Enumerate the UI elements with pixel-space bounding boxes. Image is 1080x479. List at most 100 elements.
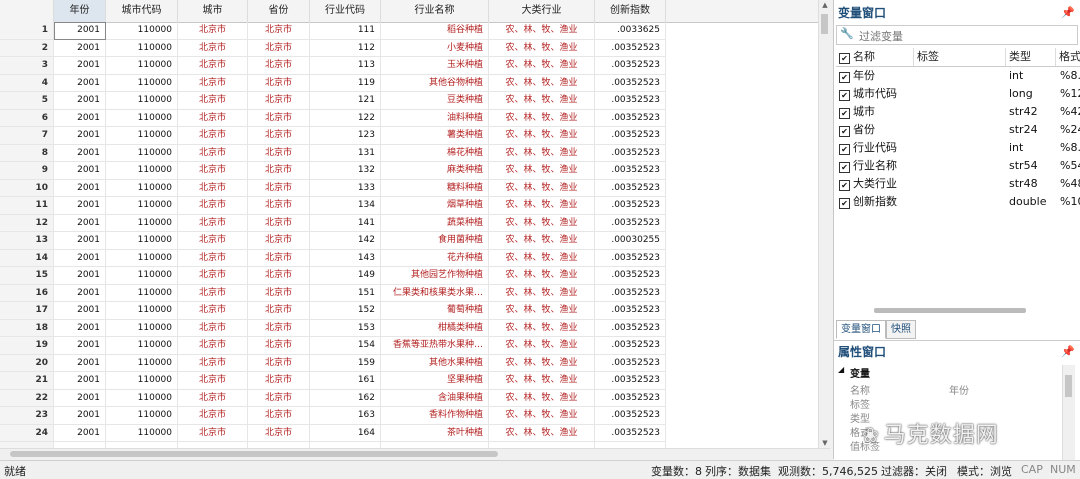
cell-year[interactable]: 2001 — [54, 22, 106, 40]
cell-year[interactable]: 2001 — [54, 39, 106, 57]
cell-industry-name[interactable]: 食用菌种植 — [381, 232, 489, 250]
cell-city[interactable]: 北京市 — [178, 57, 248, 75]
cell-city[interactable]: 北京市 — [178, 162, 248, 180]
cell-city-code[interactable]: 110000 — [106, 127, 178, 145]
cell-innovation-index[interactable]: .00352523 — [595, 372, 666, 390]
row-number[interactable]: 21 — [0, 372, 54, 390]
cell-major-industry[interactable]: 农、林、牧、渔业 — [489, 197, 595, 215]
scroll-up-icon[interactable]: ▲ — [819, 0, 831, 10]
cell-major-industry[interactable]: 农、林、牧、渔业 — [489, 57, 595, 75]
cell-province[interactable]: 北京市 — [248, 39, 310, 57]
variable-name[interactable]: ✔ 行业名称 — [839, 157, 914, 175]
table-row[interactable]: 2 2001 110000 北京市 北京市 112 小麦种植 农、林、牧、渔业 .0035252… — [0, 39, 818, 57]
properties-scroll-thumb[interactable] — [1065, 375, 1072, 397]
cell-major-industry[interactable]: 农、林、牧、渔业 — [489, 109, 595, 127]
variable-row[interactable]: ✔行业名称 str54 %54 — [836, 157, 1080, 175]
table-row[interactable]: 14 2001 110000 北京市 北京市 143 花卉种植 农、林、牧、渔业 .003525… — [0, 249, 818, 267]
cell-industry-name[interactable]: 稻谷种植 — [381, 22, 489, 40]
data-grid[interactable]: 年份 城市代码 城市 省份 行业代码 行业名称 大类行业 创新指数 1 2001 110000 北京… — [0, 0, 819, 448]
row-number[interactable]: 19 — [0, 337, 54, 355]
cell-province[interactable]: 北京市 — [248, 389, 310, 407]
cell-city-code[interactable]: 110000 — [106, 407, 178, 425]
cell-year[interactable]: 2001 — [54, 319, 106, 337]
table-row[interactable]: 20 2001 110000 北京市 北京市 159 其他水果种植 农、林、牧、渔业 .0035… — [0, 354, 818, 372]
header-col-city-code[interactable]: 城市代码 — [106, 0, 178, 22]
cell-city[interactable]: 北京市 — [178, 92, 248, 110]
cell-major-industry[interactable]: 农、林、牧、渔业 — [489, 74, 595, 92]
row-number[interactable]: 15 — [0, 267, 54, 285]
table-row[interactable]: 24 2001 110000 北京市 北京市 164 茶叶种植 农、林、牧、渔业 .003525… — [0, 424, 818, 442]
row-number[interactable]: 2 — [0, 39, 54, 57]
cell-major-industry[interactable]: 农、林、牧、渔业 — [489, 162, 595, 180]
row-number[interactable]: 14 — [0, 249, 54, 267]
cell-industry-name[interactable]: 香料作物种植 — [381, 407, 489, 425]
cell-industry-code[interactable]: 111 — [310, 22, 381, 40]
variable-row[interactable]: ✔行业代码 int %8.0 — [836, 139, 1080, 157]
header-col-year[interactable]: 年份 — [54, 0, 106, 22]
variable-name[interactable]: ✔ 年份 — [839, 67, 914, 85]
cell-industry-code[interactable]: 161 — [310, 372, 381, 390]
cell-city[interactable]: 北京市 — [178, 372, 248, 390]
variable-row[interactable]: ✔城市 str42 %42 — [836, 103, 1080, 121]
header-label[interactable]: 标签 — [914, 48, 1006, 66]
cell-province[interactable]: 北京市 — [248, 354, 310, 372]
cell-innovation-index[interactable]: .00352523 — [595, 144, 666, 162]
cell-industry-code[interactable]: 122 — [310, 109, 381, 127]
cell-industry-name[interactable]: 香蕉等亚热带水果种… — [381, 337, 489, 355]
cell-province[interactable]: 北京市 — [248, 267, 310, 285]
cell-major-industry[interactable]: 农、林、牧、渔业 — [489, 407, 595, 425]
cell-year[interactable]: 2001 — [54, 337, 106, 355]
cell-city-code[interactable]: 110000 — [106, 197, 178, 215]
table-row[interactable]: 16 2001 110000 北京市 北京市 151 仁果类和核果类水果… 农、林、牧、渔业.… — [0, 284, 818, 302]
cell-year[interactable]: 2001 — [54, 267, 106, 285]
cell-innovation-index[interactable]: .00352523 — [595, 214, 666, 232]
cell-city[interactable]: 北京市 — [178, 197, 248, 215]
cell-province[interactable]: 北京市 — [248, 319, 310, 337]
grid-vertical-scrollbar[interactable]: ▲ ▼ — [818, 0, 831, 448]
cell-city[interactable]: 北京市 — [178, 249, 248, 267]
cell-province[interactable]: 北京市 — [248, 109, 310, 127]
property-value[interactable]: 年份 — [949, 382, 969, 397]
variable-name[interactable]: ✔ 省份 — [839, 121, 914, 139]
cell-city-code[interactable]: 110000 — [106, 249, 178, 267]
cell-innovation-index[interactable]: .00352523 — [595, 179, 666, 197]
cell-city[interactable]: 北京市 — [178, 127, 248, 145]
cell-city[interactable]: 北京市 — [178, 389, 248, 407]
row-number[interactable]: 7 — [0, 127, 54, 145]
row-number[interactable]: 18 — [0, 319, 54, 337]
cell-innovation-index[interactable]: .00352523 — [595, 57, 666, 75]
header-format[interactable]: 格式 — [1056, 48, 1080, 66]
header-col-major-industry[interactable]: 大类行业 — [489, 0, 595, 22]
cell-city[interactable]: 北京市 — [178, 284, 248, 302]
variable-checkbox[interactable]: ✔ — [839, 144, 850, 155]
cell-major-industry[interactable]: 农、林、牧、渔业 — [489, 319, 595, 337]
cell-industry-code[interactable]: 134 — [310, 197, 381, 215]
cell-city[interactable]: 北京市 — [178, 144, 248, 162]
cell-industry-name[interactable]: 仁果类和核果类水果… — [381, 284, 489, 302]
row-number[interactable]: 4 — [0, 74, 54, 92]
cell-major-industry[interactable]: 农、林、牧、渔业 — [489, 214, 595, 232]
variable-checkbox[interactable]: ✔ — [839, 126, 850, 137]
cell-major-industry[interactable]: 农、林、牧、渔业 — [489, 39, 595, 57]
cell-innovation-index[interactable]: .00352523 — [595, 319, 666, 337]
cell-city-code[interactable]: 110000 — [106, 372, 178, 390]
cell-year[interactable]: 2001 — [54, 354, 106, 372]
cell-innovation-index[interactable]: .00352523 — [595, 249, 666, 267]
table-row[interactable]: 19 2001 110000 北京市 北京市 154 香蕉等亚热带水果种… 农、林、牧、渔业.… — [0, 337, 818, 355]
header-col-innovation-index[interactable]: 创新指数 — [595, 0, 666, 22]
cell-major-industry[interactable]: 农、林、牧、渔业 — [489, 267, 595, 285]
cell-year[interactable]: 2001 — [54, 389, 106, 407]
cell-city-code[interactable]: 110000 — [106, 74, 178, 92]
cell-year[interactable]: 2001 — [54, 249, 106, 267]
table-row[interactable]: 4 2001 110000 北京市 北京市 119 其他谷物种植 农、林、牧、渔业 .00352… — [0, 74, 818, 92]
cell-city-code[interactable]: 110000 — [106, 267, 178, 285]
cell-industry-code[interactable]: 121 — [310, 92, 381, 110]
cell-city-code[interactable]: 110000 — [106, 424, 178, 442]
cell-province[interactable]: 北京市 — [248, 337, 310, 355]
row-number[interactable]: 12 — [0, 214, 54, 232]
table-row[interactable]: 6 2001 110000 北京市 北京市 122 油料种植 农、林、牧、渔业 .0035252… — [0, 109, 818, 127]
cell-year[interactable]: 2001 — [54, 284, 106, 302]
row-number[interactable]: 16 — [0, 284, 54, 302]
cell-city-code[interactable]: 110000 — [106, 179, 178, 197]
cell-major-industry[interactable]: 农、林、牧、渔业 — [489, 424, 595, 442]
